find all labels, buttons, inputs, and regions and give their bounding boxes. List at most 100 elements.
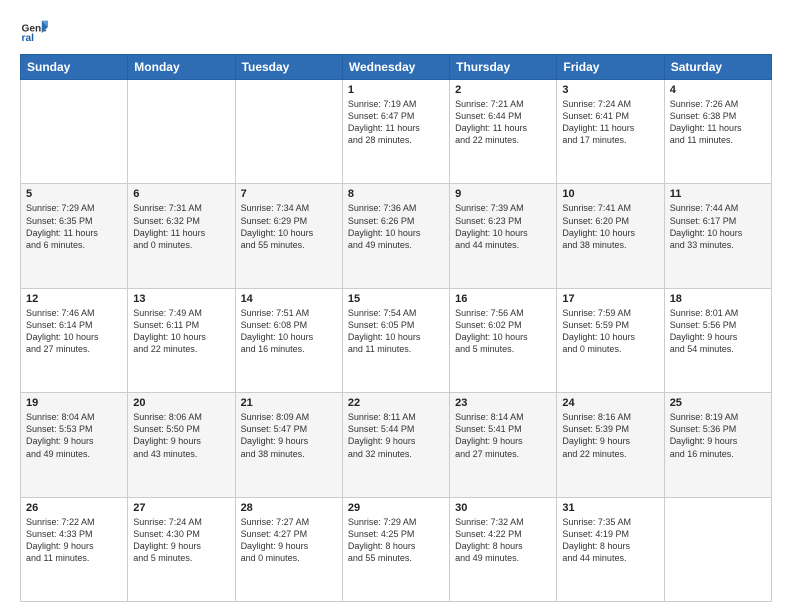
day-number: 28: [241, 502, 337, 514]
calendar-cell: 24Sunrise: 8:16 AM Sunset: 5:39 PM Dayli…: [557, 393, 664, 497]
day-info: Sunrise: 8:04 AM Sunset: 5:53 PM Dayligh…: [26, 411, 122, 460]
calendar-cell: [21, 80, 128, 184]
day-number: 26: [26, 502, 122, 514]
weekday-header-friday: Friday: [557, 55, 664, 80]
day-info: Sunrise: 7:31 AM Sunset: 6:32 PM Dayligh…: [133, 202, 229, 251]
day-number: 12: [26, 293, 122, 305]
calendar-cell: 12 Sunrise: 7:46 AM Sunset: 6:14 PM Dayli…: [21, 288, 128, 392]
day-number: 29: [348, 502, 444, 514]
day-info: Sunrise: 8:09 AM Sunset: 5:47 PM Dayligh…: [241, 411, 337, 460]
day-info: Sunrise: 7:34 AM Sunset: 6:29 PM Dayligh…: [241, 202, 337, 251]
calendar-cell: 31Sunrise: 7:35 AM Sunset: 4:19 PM Dayli…: [557, 497, 664, 601]
day-number: 14: [241, 293, 337, 305]
calendar-cell: [128, 80, 235, 184]
weekday-header-monday: Monday: [128, 55, 235, 80]
day-info: Sunrise: 8:16 AM Sunset: 5:39 PM Dayligh…: [562, 411, 658, 460]
calendar-cell: 20Sunrise: 8:06 AM Sunset: 5:50 PM Dayli…: [128, 393, 235, 497]
day-number: 9: [455, 188, 551, 200]
day-number: 2: [455, 84, 551, 96]
calendar-cell: 6 Sunrise: 7:31 AM Sunset: 6:32 PM Daylig…: [128, 184, 235, 288]
weekday-header-tuesday: Tuesday: [235, 55, 342, 80]
day-info: Sunrise: 7:29 AM Sunset: 6:35 PM Dayligh…: [26, 202, 122, 251]
calendar-cell: 11Sunrise: 7:44 AM Sunset: 6:17 PM Dayli…: [664, 184, 771, 288]
day-number: 25: [670, 397, 766, 409]
calendar-cell: 7Sunrise: 7:34 AM Sunset: 6:29 PM Daylig…: [235, 184, 342, 288]
day-info: Sunrise: 7:29 AM Sunset: 4:25 PM Dayligh…: [348, 516, 444, 565]
week-row-1: 1 Sunrise: 7:19 AM Sunset: 6:47 PM Daylig…: [21, 80, 772, 184]
day-number: 8: [348, 188, 444, 200]
day-info: Sunrise: 7:22 AM Sunset: 4:33 PM Dayligh…: [26, 516, 122, 565]
day-info: Sunrise: 7:24 AM Sunset: 4:30 PM Dayligh…: [133, 516, 229, 565]
weekday-header-wednesday: Wednesday: [342, 55, 449, 80]
calendar-cell: 8 Sunrise: 7:36 AM Sunset: 6:26 PM Daylig…: [342, 184, 449, 288]
day-number: 6: [133, 188, 229, 200]
calendar-cell: 4 Sunrise: 7:26 AM Sunset: 6:38 PM Daylig…: [664, 80, 771, 184]
day-number: 3: [562, 84, 658, 96]
day-info: Sunrise: 8:14 AM Sunset: 5:41 PM Dayligh…: [455, 411, 551, 460]
day-info: Sunrise: 7:39 AM Sunset: 6:23 PM Dayligh…: [455, 202, 551, 251]
weekday-header-sunday: Sunday: [21, 55, 128, 80]
calendar-cell: 19Sunrise: 8:04 AM Sunset: 5:53 PM Dayli…: [21, 393, 128, 497]
calendar-cell: [235, 80, 342, 184]
calendar-cell: 9 Sunrise: 7:39 AM Sunset: 6:23 PM Daylig…: [450, 184, 557, 288]
day-number: 20: [133, 397, 229, 409]
day-info: Sunrise: 8:11 AM Sunset: 5:44 PM Dayligh…: [348, 411, 444, 460]
calendar-cell: 2 Sunrise: 7:21 AM Sunset: 6:44 PM Daylig…: [450, 80, 557, 184]
calendar-cell: [664, 497, 771, 601]
day-number: 4: [670, 84, 766, 96]
logo-icon: Gene ral: [20, 16, 48, 44]
day-info: Sunrise: 7:49 AM Sunset: 6:11 PM Dayligh…: [133, 307, 229, 356]
calendar-cell: 29 Sunrise: 7:29 AM Sunset: 4:25 PM Dayli…: [342, 497, 449, 601]
calendar-cell: 10 Sunrise: 7:41 AM Sunset: 6:20 PM Dayli…: [557, 184, 664, 288]
calendar-cell: 21 Sunrise: 8:09 AM Sunset: 5:47 PM Dayli…: [235, 393, 342, 497]
weekday-header-thursday: Thursday: [450, 55, 557, 80]
day-number: 18: [670, 293, 766, 305]
day-number: 17: [562, 293, 658, 305]
calendar-cell: 16 Sunrise: 7:56 AM Sunset: 6:02 PM Dayli…: [450, 288, 557, 392]
week-row-2: 5 Sunrise: 7:29 AM Sunset: 6:35 PM Daylig…: [21, 184, 772, 288]
week-row-3: 12 Sunrise: 7:46 AM Sunset: 6:14 PM Dayli…: [21, 288, 772, 392]
week-row-5: 26 Sunrise: 7:22 AM Sunset: 4:33 PM Dayli…: [21, 497, 772, 601]
day-info: Sunrise: 8:01 AM Sunset: 5:56 PM Dayligh…: [670, 307, 766, 356]
day-info: Sunrise: 7:51 AM Sunset: 6:08 PM Dayligh…: [241, 307, 337, 356]
day-info: Sunrise: 7:59 AM Sunset: 5:59 PM Dayligh…: [562, 307, 658, 356]
day-number: 27: [133, 502, 229, 514]
day-info: Sunrise: 7:36 AM Sunset: 6:26 PM Dayligh…: [348, 202, 444, 251]
day-number: 5: [26, 188, 122, 200]
day-number: 11: [670, 188, 766, 200]
calendar-cell: 15 Sunrise: 7:54 AM Sunset: 6:05 PM Dayli…: [342, 288, 449, 392]
calendar-cell: 23 Sunrise: 8:14 AM Sunset: 5:41 PM Dayli…: [450, 393, 557, 497]
day-info: Sunrise: 7:32 AM Sunset: 4:22 PM Dayligh…: [455, 516, 551, 565]
calendar-cell: 27 Sunrise: 7:24 AM Sunset: 4:30 PM Dayli…: [128, 497, 235, 601]
calendar-cell: 28Sunrise: 7:27 AM Sunset: 4:27 PM Dayli…: [235, 497, 342, 601]
calendar-cell: 3 Sunrise: 7:24 AM Sunset: 6:41 PM Daylig…: [557, 80, 664, 184]
day-info: Sunrise: 7:19 AM Sunset: 6:47 PM Dayligh…: [348, 98, 444, 147]
week-row-4: 19Sunrise: 8:04 AM Sunset: 5:53 PM Dayli…: [21, 393, 772, 497]
calendar-cell: 5 Sunrise: 7:29 AM Sunset: 6:35 PM Daylig…: [21, 184, 128, 288]
day-number: 23: [455, 397, 551, 409]
day-info: Sunrise: 7:54 AM Sunset: 6:05 PM Dayligh…: [348, 307, 444, 356]
day-info: Sunrise: 7:21 AM Sunset: 6:44 PM Dayligh…: [455, 98, 551, 147]
day-number: 21: [241, 397, 337, 409]
day-number: 15: [348, 293, 444, 305]
calendar-cell: 17 Sunrise: 7:59 AM Sunset: 5:59 PM Dayli…: [557, 288, 664, 392]
day-info: Sunrise: 7:26 AM Sunset: 6:38 PM Dayligh…: [670, 98, 766, 147]
calendar-cell: 14 Sunrise: 7:51 AM Sunset: 6:08 PM Dayli…: [235, 288, 342, 392]
calendar-cell: 1 Sunrise: 7:19 AM Sunset: 6:47 PM Daylig…: [342, 80, 449, 184]
calendar-cell: 13 Sunrise: 7:49 AM Sunset: 6:11 PM Dayli…: [128, 288, 235, 392]
day-info: Sunrise: 7:24 AM Sunset: 6:41 PM Dayligh…: [562, 98, 658, 147]
page-header: Gene ral: [20, 16, 772, 44]
calendar-cell: 22Sunrise: 8:11 AM Sunset: 5:44 PM Dayli…: [342, 393, 449, 497]
day-info: Sunrise: 7:56 AM Sunset: 6:02 PM Dayligh…: [455, 307, 551, 356]
day-info: Sunrise: 7:41 AM Sunset: 6:20 PM Dayligh…: [562, 202, 658, 251]
svg-text:ral: ral: [22, 33, 35, 44]
day-info: Sunrise: 8:19 AM Sunset: 5:36 PM Dayligh…: [670, 411, 766, 460]
day-number: 10: [562, 188, 658, 200]
day-number: 30: [455, 502, 551, 514]
day-number: 13: [133, 293, 229, 305]
day-number: 16: [455, 293, 551, 305]
logo: Gene ral: [20, 16, 52, 44]
day-info: Sunrise: 7:46 AM Sunset: 6:14 PM Dayligh…: [26, 307, 122, 356]
day-number: 1: [348, 84, 444, 96]
weekday-header-row: SundayMondayTuesdayWednesdayThursdayFrid…: [21, 55, 772, 80]
